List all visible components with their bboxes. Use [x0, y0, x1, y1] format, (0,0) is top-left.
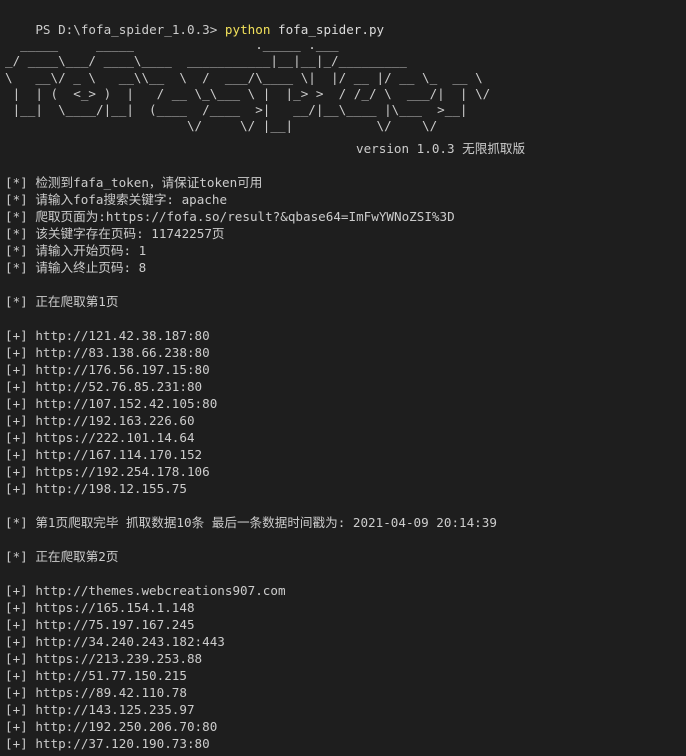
- result-line: [+] https://192.254.178.106: [5, 464, 210, 479]
- version-text: version 1.0.3 无限抓取版: [356, 141, 526, 156]
- info-line: [*] 请输入终止页码: 8: [5, 260, 147, 275]
- info-line: [*] 请输入fofa搜索关键字: apache: [5, 192, 228, 207]
- prompt-line: PS D:\fofa_spider_1.0.3> python fofa_spi…: [5, 4, 384, 37]
- prompt-command: python: [224, 22, 271, 37]
- page1-header: [*] 正在爬取第1页: [5, 294, 119, 309]
- result-line: [+] http://52.76.85.231:80: [5, 379, 203, 394]
- prompt-argument: fofa_spider.py: [270, 22, 385, 37]
- result-line: [+] http://167.114.170.152: [5, 447, 203, 462]
- info-line: [*] 该关键字存在页码: 11742257页: [5, 226, 225, 241]
- result-line: [+] https://165.154.1.148: [5, 600, 195, 615]
- info-line: [*] 检测到fafa_token，请保证token可用: [5, 175, 263, 190]
- page1-done: [*] 第1页爬取完毕 抓取数据10条 最后一条数据时间戳为: 2021-04-…: [5, 515, 497, 530]
- result-line: [+] http://176.56.197.15:80: [5, 362, 210, 377]
- result-line: [+] http://themes.webcreations907.com: [5, 583, 286, 598]
- result-line: [+] https://222.101.14.64: [5, 430, 195, 445]
- info-line: [*] 爬取页面为:https://fofa.so/result?&qbase6…: [5, 209, 455, 224]
- result-line: [+] http://51.77.150.215: [5, 668, 187, 683]
- result-line: [+] http://34.240.243.182:443: [5, 634, 225, 649]
- result-line: [+] http://198.12.155.75: [5, 481, 187, 496]
- page2-header: [*] 正在爬取第2页: [5, 549, 119, 564]
- result-line: [+] http://83.138.66.238:80: [5, 345, 210, 360]
- info-line: [*] 请输入开始页码: 1: [5, 243, 147, 258]
- prompt-path: PS D:\fofa_spider_1.0.3>: [35, 22, 225, 37]
- result-line: [+] https://89.42.110.78: [5, 685, 187, 700]
- result-line: [+] http://143.125.235.97: [5, 702, 195, 717]
- result-line: [+] http://37.120.190.73:80: [5, 736, 210, 751]
- result-line: [+] http://75.197.167.245: [5, 617, 195, 632]
- result-line: [+] http://121.42.38.187:80: [5, 328, 210, 343]
- result-line: [+] http://192.163.226.60: [5, 413, 195, 428]
- result-line: [+] https://213.239.253.88: [5, 651, 203, 666]
- result-line: [+] http://192.250.206.70:80: [5, 719, 218, 734]
- ascii-banner: _____ _____ ._____ .___ _/ ____\___/ ___…: [5, 37, 491, 134]
- terminal-window[interactable]: PS D:\fofa_spider_1.0.3> python fofa_spi…: [0, 0, 686, 756]
- result-line: [+] http://107.152.42.105:80: [5, 396, 218, 411]
